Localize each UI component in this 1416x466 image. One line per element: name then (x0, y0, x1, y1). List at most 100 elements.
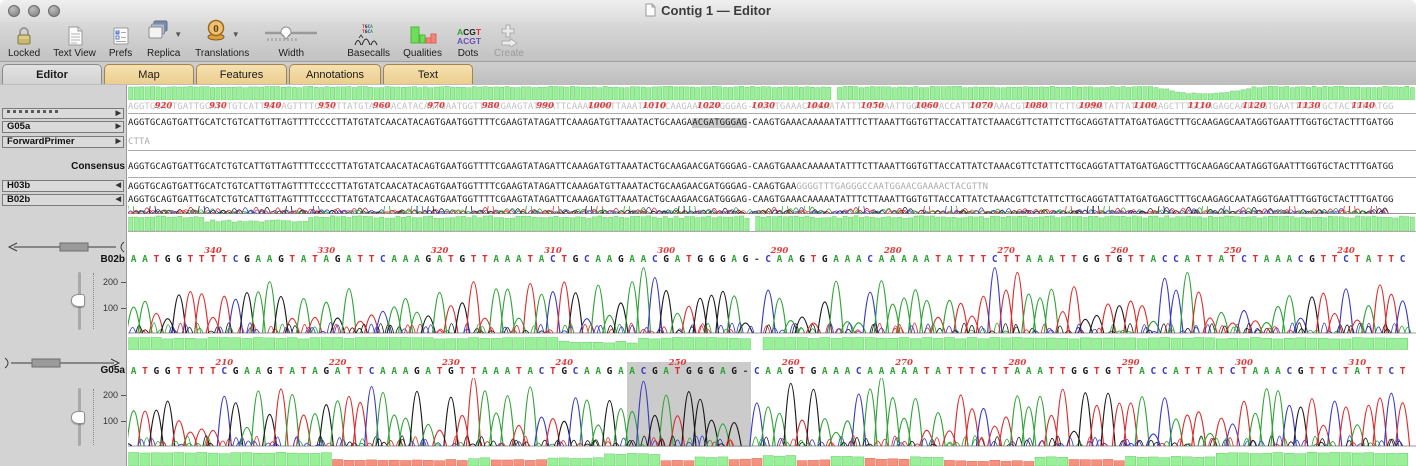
base-letter: A (323, 254, 329, 266)
g05a-quality-strip (128, 450, 1416, 466)
toolbar-button-qualities[interactable]: Qualities (403, 22, 442, 59)
base-letter: T (1003, 366, 1009, 378)
base-letter: A (380, 366, 386, 378)
base-letter: A (788, 254, 794, 266)
basecalls-icon: TGCATGCA (350, 22, 388, 47)
base-letter: A (595, 366, 601, 378)
y-axis-tick (121, 282, 126, 283)
tab-features[interactable]: Features (196, 64, 287, 84)
base-letter: A (131, 254, 137, 266)
base-letter: G (278, 254, 284, 266)
base-letter: A (505, 254, 511, 266)
toolbar-label: Width (278, 48, 304, 59)
tab-editor[interactable]: Editor (2, 64, 102, 84)
b02b-quality-strip (128, 337, 1416, 350)
base-letter: G (425, 254, 431, 266)
tab-map[interactable]: Map (104, 64, 194, 84)
base-letter: T (210, 366, 216, 378)
clipped-text (7, 110, 59, 113)
sidebar-item-h03b[interactable]: H03b◀ (2, 180, 124, 192)
sidebar-item-b02b[interactable]: B02b◀ (2, 194, 124, 206)
base-letter: T (924, 366, 930, 378)
lock-icon (13, 22, 35, 47)
base-letter: A (437, 254, 443, 266)
base-letter: T (357, 254, 363, 266)
base-letter: T (799, 366, 805, 378)
toolbar-label: Text View (53, 48, 96, 59)
base-letter: G (697, 254, 703, 266)
base-letter: A (335, 366, 341, 378)
toolbar-button-replica[interactable]: ▼ Replica (145, 22, 182, 59)
base-letter: T (1094, 366, 1100, 378)
toolbar-button-prefs[interactable]: Prefs (109, 22, 132, 59)
triangle-right-icon: ▶ (116, 122, 121, 132)
sidebar-item-forwardprimer[interactable]: ForwardPrimer▶ (2, 136, 124, 148)
width-slider-icon (262, 22, 320, 47)
base-letter: T (1060, 366, 1066, 378)
ruler-label: 1130 (1297, 101, 1321, 111)
base-letter: G (788, 366, 794, 378)
sidebar-item-g05a[interactable]: G05a▶ (2, 121, 124, 133)
base-letter: G (244, 254, 250, 266)
base-letter: A (425, 366, 431, 378)
base-letter: A (1264, 366, 1270, 378)
base-letter: A (1286, 254, 1292, 266)
y-axis-tick (121, 308, 126, 309)
g05a-scale-slider-thumb[interactable] (71, 411, 85, 424)
toolbar-button-text-view[interactable]: Text View (53, 22, 96, 59)
base-letter: T (527, 254, 533, 266)
base-letter: A (142, 254, 148, 266)
base-letter: C (641, 366, 647, 378)
base-letter: T (278, 366, 284, 378)
window: Contig 1 — Editor Locked Text View Prefs… (0, 0, 1416, 466)
base-letter: A (539, 254, 545, 266)
base-letter: C (754, 366, 760, 378)
base-letter: A (255, 254, 261, 266)
base-letter: G (743, 254, 749, 266)
b02b-range-scrollbar[interactable] (2, 241, 126, 253)
toolbar-button-basecalls[interactable]: TGCATGCA Basecalls (347, 22, 390, 59)
base-letter: C (573, 366, 579, 378)
tab-label: Annotations (306, 69, 364, 81)
base-letter: G (573, 254, 579, 266)
y-axis-tick (121, 395, 126, 396)
toolbar-button-dots[interactable]: ACGTACGT Dots (455, 22, 481, 59)
base-letter: A (391, 254, 397, 266)
sequence-text: GGGGTTTGAGGGCCAATGGAACGAAAACTACGTTN (796, 182, 988, 192)
base-letter: T (1218, 366, 1224, 378)
base-letter: A (312, 366, 318, 378)
base-letter: A (414, 254, 420, 266)
dots-icon: ACGTACGT (455, 22, 481, 47)
base-letter: A (607, 254, 613, 266)
b02b-basecall-row: AATGGTTTTCGAAGTATAGATTCAAAGATGTTAAATACTG… (128, 254, 1416, 266)
base-letter: T (516, 366, 522, 378)
sequence-text: AGGTGCAGTGATTGCATCTGTCATTGTTAGTTTTCCCCTT… (128, 118, 692, 128)
base-letter: G (731, 366, 737, 378)
tab-annotations[interactable]: Annotations (289, 64, 381, 84)
base-letter: A (346, 254, 352, 266)
svg-text:0: 0 (213, 23, 219, 35)
toolbar-button-locked[interactable]: Locked (8, 22, 40, 59)
create-icon (496, 22, 522, 47)
base-letter: C (1286, 366, 1292, 378)
base-letter: A (720, 366, 726, 378)
base-letter: T (1060, 254, 1066, 266)
tab-text[interactable]: Text (383, 64, 473, 84)
base-letter: T (221, 254, 227, 266)
b02b-scale-slider-thumb[interactable] (71, 294, 85, 307)
ruler-label: 1050 (860, 101, 884, 111)
divider (128, 150, 1416, 151)
base-letter: A (890, 254, 896, 266)
base-letter: A (924, 254, 930, 266)
ruler-label: 920 (155, 101, 173, 111)
toolbar-button-width[interactable]: Width (262, 22, 320, 59)
translations-icon: 0 (205, 18, 229, 47)
sidebar-item-clipped[interactable]: ▶ (2, 108, 124, 119)
base-letter: A (255, 366, 261, 378)
scroll-thumb[interactable] (60, 243, 88, 251)
base-letter: A (1366, 254, 1372, 266)
base-letter: A (1037, 366, 1043, 378)
toolbar-button-translations[interactable]: 0▼ Translations (195, 22, 249, 59)
base-letter: A (833, 254, 839, 266)
base-letter: C (539, 366, 545, 378)
